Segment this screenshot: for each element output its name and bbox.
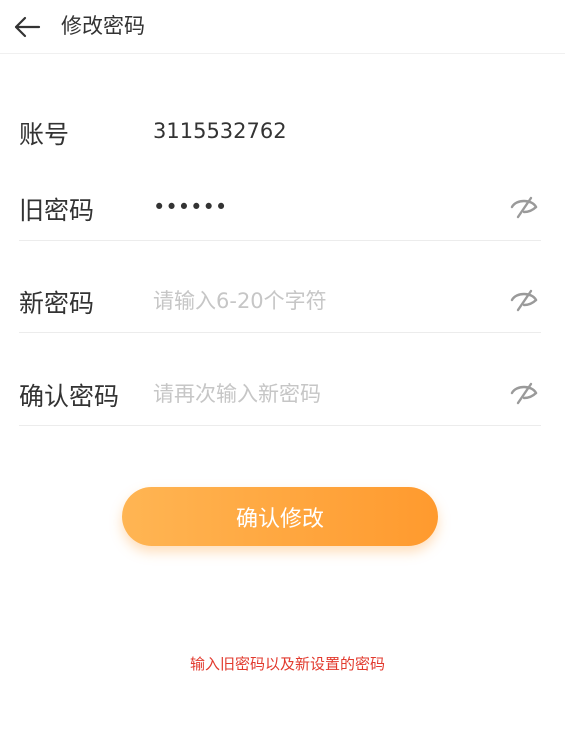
- old-password-visibility-toggle[interactable]: [509, 192, 539, 222]
- old-password-row: 旧密码 ••••••: [19, 188, 541, 242]
- confirm-password-row: 确认密码: [19, 374, 541, 427]
- eye-off-icon: [510, 382, 538, 405]
- eye-off-icon: [510, 196, 538, 219]
- new-password-label: 新密码: [19, 289, 95, 318]
- confirm-password-input[interactable]: [153, 379, 493, 409]
- app-header: 修改密码: [0, 0, 565, 54]
- hint-text: 输入旧密码以及新设置的密码: [189, 655, 385, 673]
- account-row: 账号 3115532762: [19, 112, 541, 152]
- old-password-label: 旧密码: [19, 196, 95, 225]
- page-title: 修改密码: [61, 14, 145, 38]
- confirm-password-visibility-toggle[interactable]: [509, 378, 539, 408]
- new-password-input[interactable]: [153, 286, 493, 316]
- new-password-row: 新密码: [19, 281, 541, 334]
- old-password-field[interactable]: ••••••: [153, 195, 493, 219]
- account-label: 账号: [19, 120, 70, 149]
- back-button[interactable]: [10, 10, 44, 44]
- divider: [19, 425, 541, 426]
- confirm-change-button[interactable]: 确认修改: [122, 487, 438, 546]
- divider: [19, 332, 541, 333]
- arrow-left-icon: [14, 16, 41, 38]
- eye-off-icon: [510, 289, 538, 312]
- divider: [19, 240, 541, 241]
- new-password-visibility-toggle[interactable]: [509, 285, 539, 315]
- confirm-password-label: 确认密码: [19, 382, 120, 411]
- account-value: 3115532762: [153, 119, 287, 143]
